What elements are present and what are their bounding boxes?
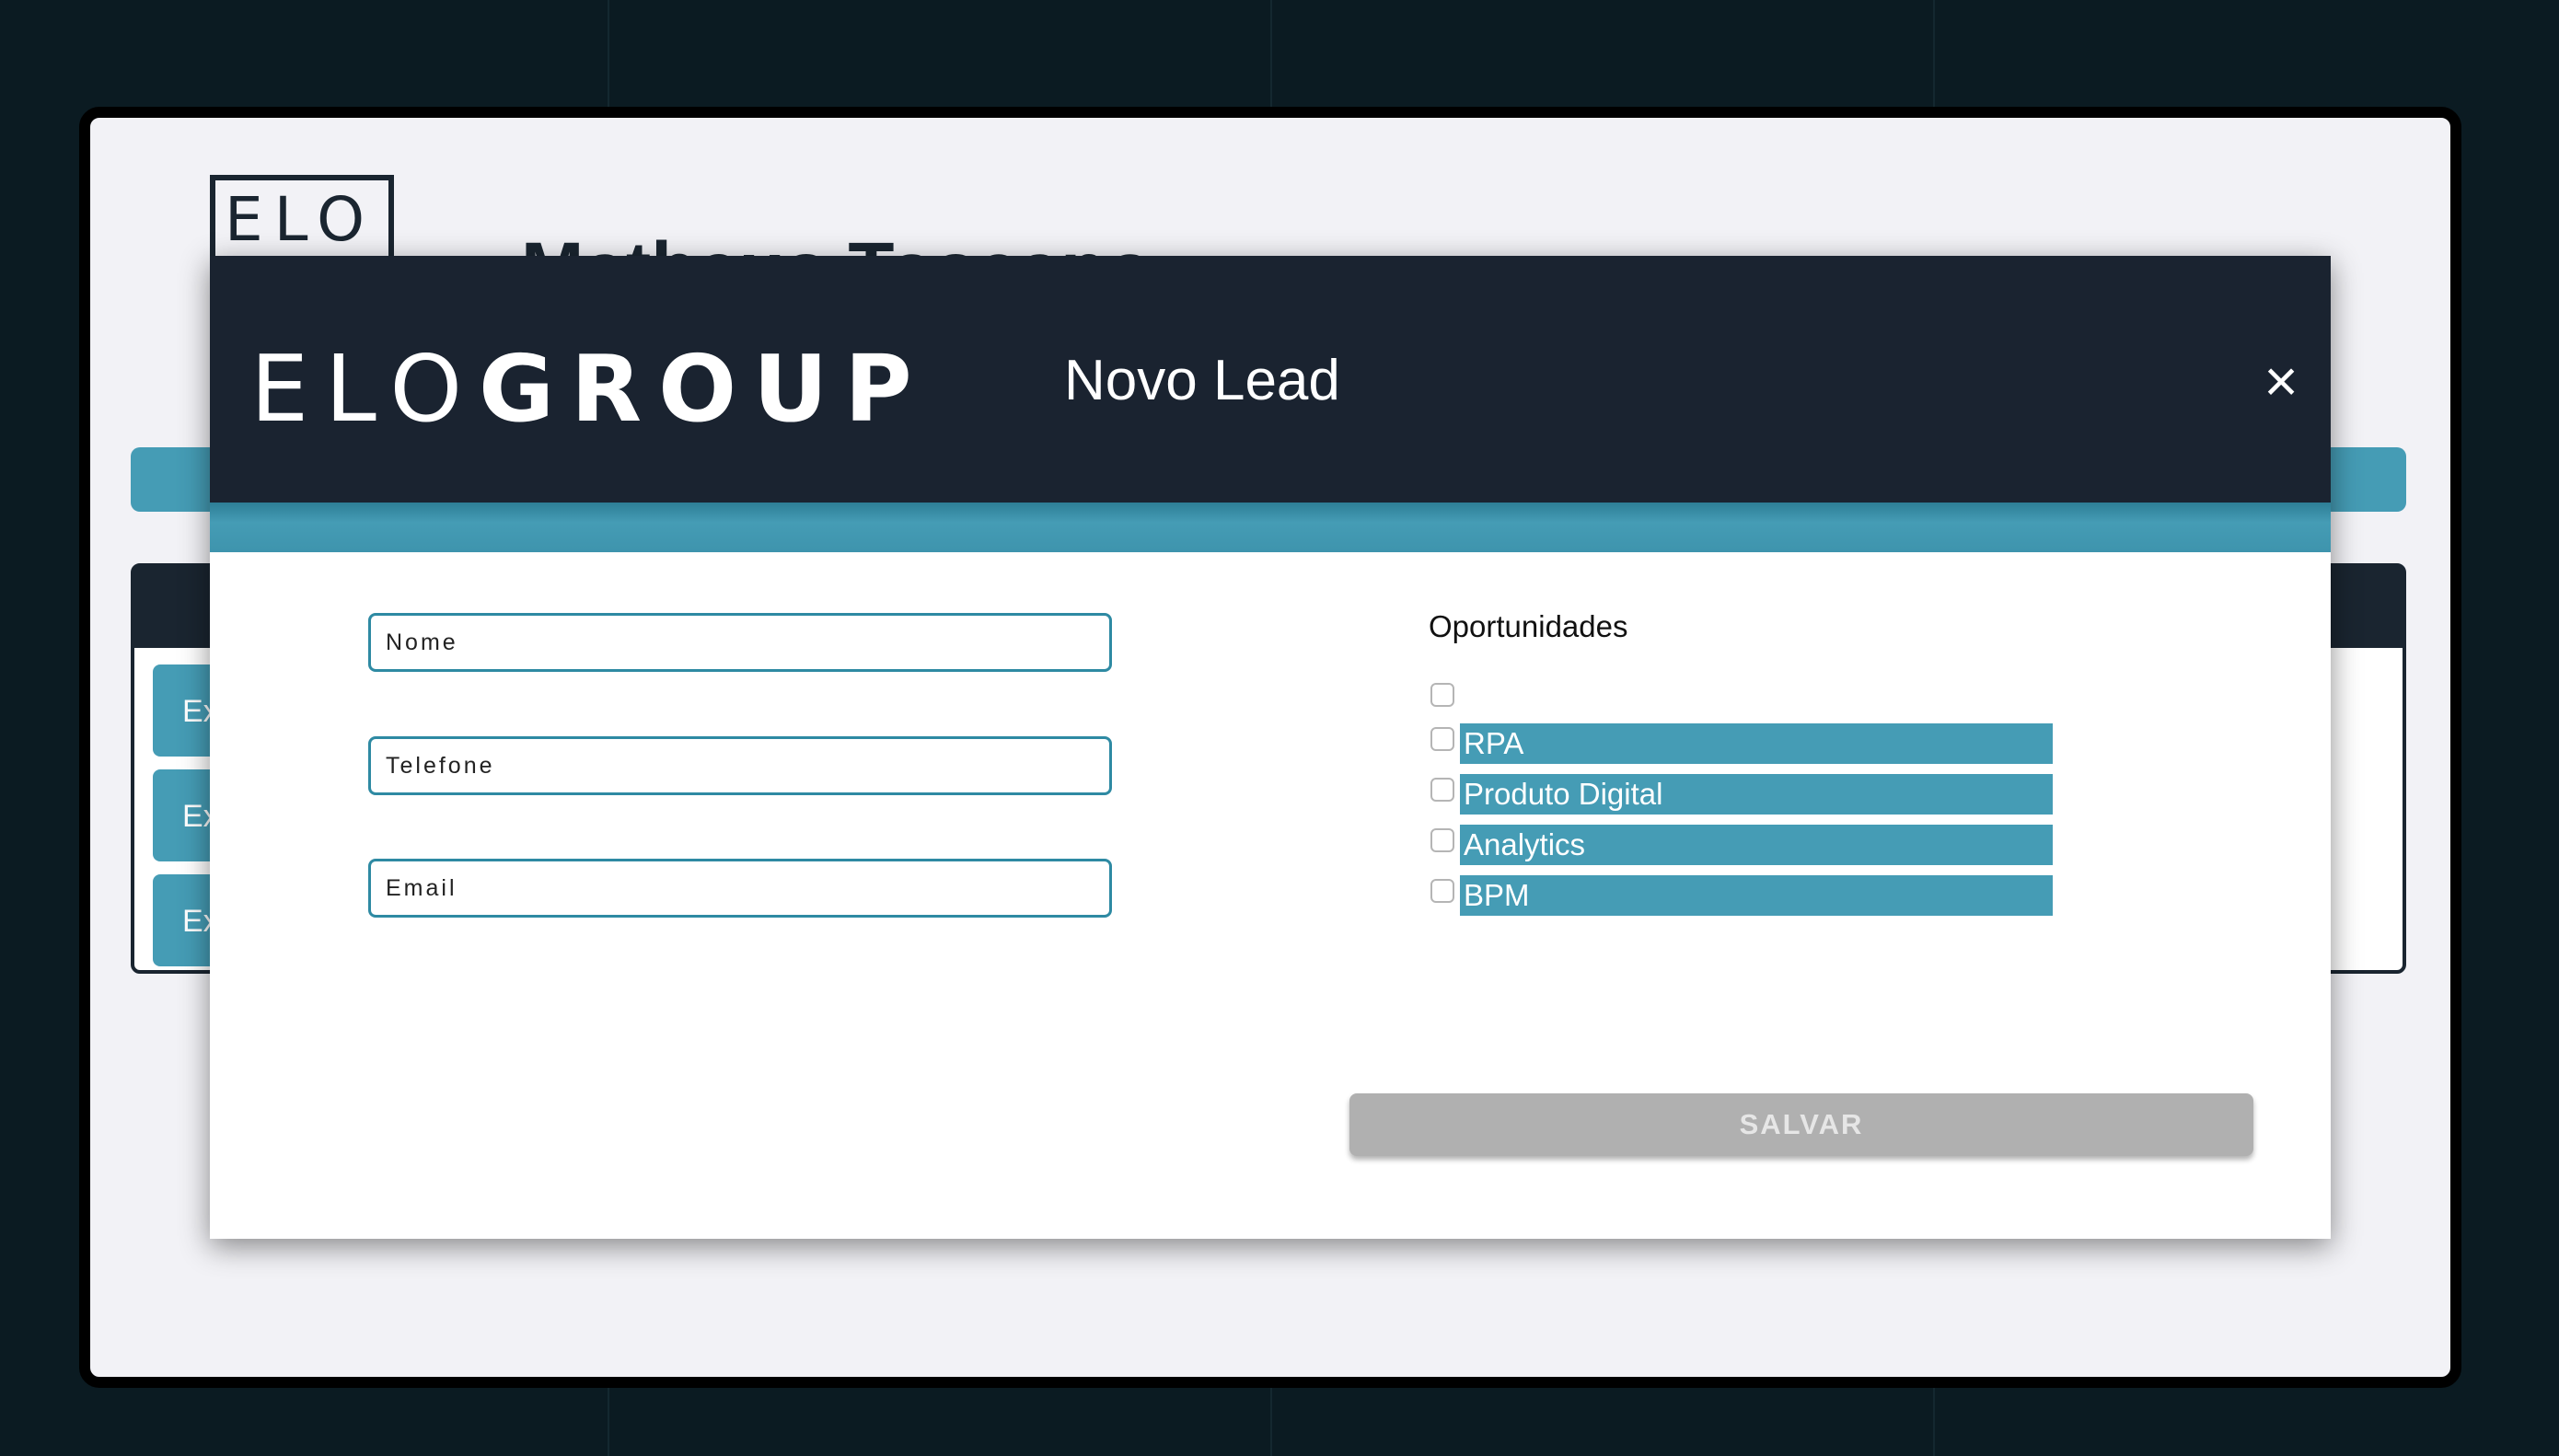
header-accent-strip: [210, 503, 2331, 552]
produto-digital-checkbox[interactable]: [1430, 778, 1454, 802]
background-logo-text: ELO: [225, 184, 376, 255]
logo-group-text: GROUP: [479, 335, 929, 443]
rpa-checkbox[interactable]: [1430, 727, 1454, 751]
bpm-checkbox[interactable]: [1430, 879, 1454, 903]
opportunity-label[interactable]: RPA: [1460, 723, 2053, 764]
phone-input[interactable]: [368, 736, 1112, 795]
opportunities-title: Oportunidades: [1429, 609, 1628, 643]
name-input[interactable]: [368, 613, 1112, 672]
opportunity-label[interactable]: Produto Digital: [1460, 774, 2053, 815]
close-icon[interactable]: ×: [2253, 352, 2309, 410]
save-button[interactable]: SALVAR: [1349, 1093, 2253, 1156]
modal-header: ELOGROUP Novo Lead ×: [210, 256, 2331, 503]
new-lead-modal: ELOGROUP Novo Lead × Oportunidades RPA P…: [210, 256, 2331, 1239]
opportunity-label[interactable]: BPM: [1460, 875, 2053, 916]
analytics-checkbox[interactable]: [1430, 828, 1454, 852]
email-input[interactable]: [368, 859, 1112, 918]
logo-elo-text: ELO: [250, 335, 480, 443]
opportunity-label[interactable]: Analytics: [1460, 825, 2053, 865]
modal-title: Novo Lead: [1064, 349, 1340, 412]
elogroup-logo: ELOGROUP: [250, 335, 929, 443]
select-all-checkbox[interactable]: [1430, 683, 1454, 707]
